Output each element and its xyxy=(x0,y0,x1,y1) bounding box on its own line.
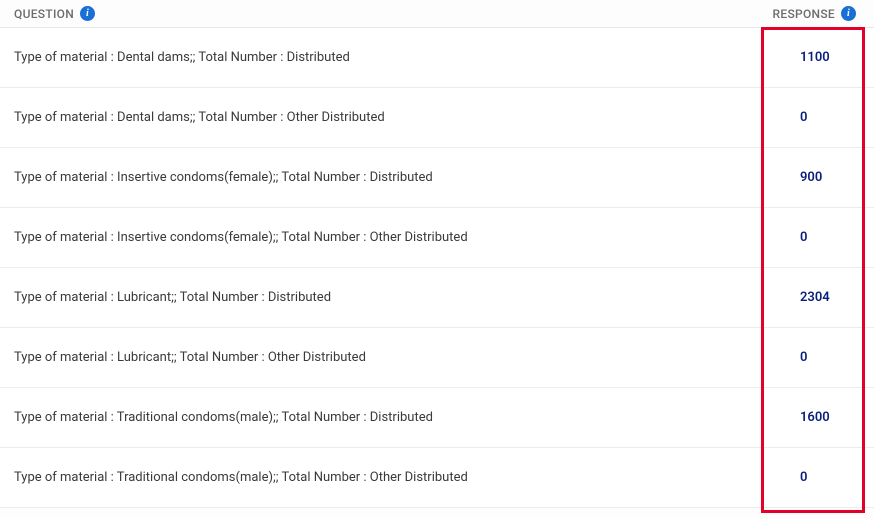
response-cell[interactable]: 2304 xyxy=(796,290,856,305)
response-cell[interactable]: 1100 xyxy=(796,50,856,65)
question-cell: Type of material : Dental dams;; Total N… xyxy=(14,110,796,125)
response-header-label: RESPONSE xyxy=(773,7,835,21)
response-header: RESPONSE i xyxy=(773,6,856,21)
table-row: Type of material : Insertive condoms(fem… xyxy=(0,208,874,268)
table-row: Type of material : Lubricant;; Total Num… xyxy=(0,328,874,388)
table-row: Type of material : Traditional condoms(m… xyxy=(0,448,874,508)
response-cell[interactable]: 0 xyxy=(796,110,856,125)
table-row: Type of material : Insertive condoms(fem… xyxy=(0,148,874,208)
table-row: Type of material : Dental dams;; Total N… xyxy=(0,28,874,88)
table-header-row: QUESTION i RESPONSE i xyxy=(0,0,874,28)
table-row: Type of material : Dental dams;; Total N… xyxy=(0,88,874,148)
question-cell: Type of material : Lubricant;; Total Num… xyxy=(14,350,796,365)
table-body: Type of material : Dental dams;; Total N… xyxy=(0,28,874,508)
question-cell: Type of material : Insertive condoms(fem… xyxy=(14,230,796,245)
response-cell[interactable]: 0 xyxy=(796,350,856,365)
question-cell: Type of material : Traditional condoms(m… xyxy=(14,410,796,425)
table-row: Type of material : Traditional condoms(m… xyxy=(0,388,874,448)
table-row: Type of material : Lubricant;; Total Num… xyxy=(0,268,874,328)
info-icon[interactable]: i xyxy=(841,6,856,21)
response-cell[interactable]: 0 xyxy=(796,230,856,245)
info-icon[interactable]: i xyxy=(80,6,95,21)
question-cell: Type of material : Traditional condoms(m… xyxy=(14,470,796,485)
question-header: QUESTION i xyxy=(14,6,95,21)
response-cell[interactable]: 1600 xyxy=(796,410,856,425)
question-header-label: QUESTION xyxy=(14,7,74,21)
response-cell[interactable]: 900 xyxy=(796,170,856,185)
question-cell: Type of material : Dental dams;; Total N… xyxy=(14,50,796,65)
response-cell[interactable]: 0 xyxy=(796,470,856,485)
question-cell: Type of material : Lubricant;; Total Num… xyxy=(14,290,796,305)
question-cell: Type of material : Insertive condoms(fem… xyxy=(14,170,796,185)
